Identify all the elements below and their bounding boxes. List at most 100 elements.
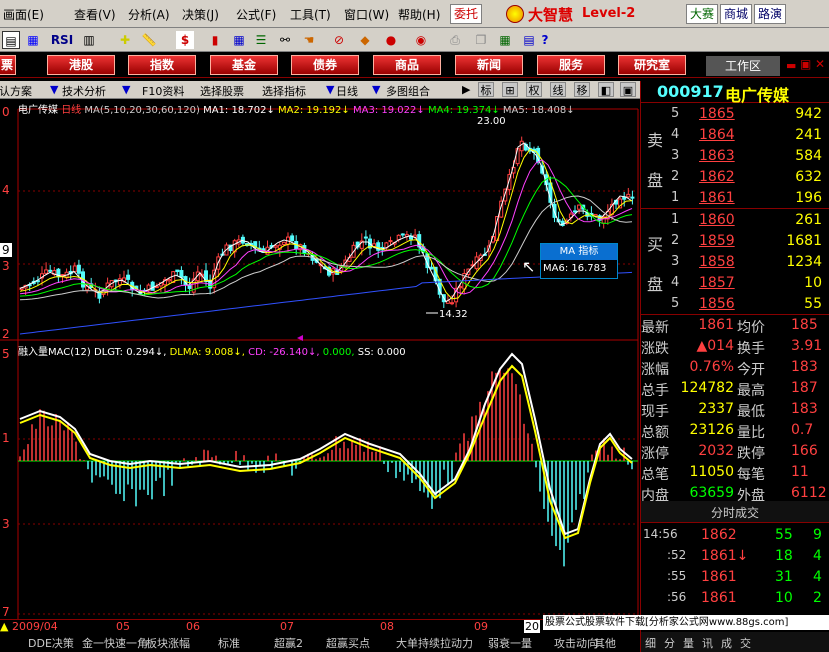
dropdown-icon[interactable]: ▼: [50, 83, 58, 96]
y-tick: 5: [2, 347, 10, 361]
dasai-button[interactable]: 大赛: [686, 4, 719, 24]
tab-research[interactable]: 研究室: [618, 55, 686, 75]
indicator-tab[interactable]: 弱衰一量: [488, 635, 532, 651]
move-button[interactable]: 移: [574, 82, 590, 97]
indicator-tab[interactable]: 超赢2: [274, 635, 303, 651]
maximize-icon[interactable]: ▣: [800, 57, 811, 71]
binoculars-icon[interactable]: ⚯: [276, 31, 294, 49]
dlma-value: DLMA: 9.008: [169, 347, 234, 358]
copy-icon[interactable]: ❐: [472, 31, 490, 49]
list-icon[interactable]: ☰: [252, 31, 270, 49]
tab-service[interactable]: 服务: [537, 55, 605, 75]
close-icon[interactable]: ✕: [815, 57, 825, 71]
sell-row[interactable]: 1 1861 196: [671, 190, 826, 210]
weituo-button[interactable]: 委托: [450, 4, 483, 24]
buy-row[interactable]: 1 1860 261: [671, 212, 826, 232]
shangcheng-button[interactable]: 商城: [720, 4, 753, 24]
menu-window[interactable]: 窗口(W): [344, 6, 389, 23]
sell-row[interactable]: 4 1864 241: [671, 127, 826, 147]
expand-icon[interactable]: ◧: [598, 82, 614, 97]
help-icon[interactable]: ?: [536, 31, 554, 49]
indicator-tab[interactable]: 标准: [218, 635, 240, 651]
buy-price: 1858: [699, 254, 735, 270]
indicator-tab[interactable]: 其他: [594, 635, 616, 651]
quote-value: 11: [791, 464, 809, 480]
y-tick-current: 9: [0, 243, 12, 257]
mark-button[interactable]: 标: [478, 82, 494, 97]
period-select[interactable]: 日线: [336, 83, 358, 99]
tab-news[interactable]: 新闻: [455, 55, 523, 75]
buy-label: 盘: [647, 275, 664, 294]
multi-chart-select[interactable]: 多图组合: [386, 83, 430, 99]
signal-icon[interactable]: ◉: [412, 31, 430, 49]
scheme-select[interactable]: 默认方案: [0, 83, 32, 99]
ruler-icon[interactable]: 📏: [140, 31, 158, 49]
buy-row[interactable]: 4 1857 10: [671, 275, 826, 295]
dropdown-icon[interactable]: ▼: [122, 83, 130, 96]
buy-price: 1860: [699, 212, 735, 228]
restore-icon[interactable]: ▬: [786, 59, 796, 72]
workspace-tab[interactable]: 工作区: [706, 56, 780, 76]
sell-row[interactable]: 2 1862 632: [671, 169, 826, 189]
print-icon[interactable]: ⎙: [446, 31, 464, 49]
menu-decision[interactable]: 决策(J): [182, 6, 219, 23]
diamond-icon[interactable]: ◆: [356, 31, 374, 49]
pick-stock-button[interactable]: 选择股票: [200, 83, 244, 99]
indicator-tab[interactable]: 大单持续拉动力: [396, 635, 473, 651]
indicator-tab[interactable]: 金一快速一角: [82, 635, 148, 651]
buy-row[interactable]: 5 1856 55: [671, 296, 826, 316]
kline-icon[interactable]: ▮: [206, 31, 224, 49]
crosshair-toggle-icon[interactable]: ⊞: [502, 82, 518, 97]
indicator-tab[interactable]: 攻击动向: [554, 635, 598, 651]
menu-display[interactable]: 画面(E): [3, 6, 44, 23]
dropdown-icon[interactable]: ▼: [326, 83, 334, 96]
tab-commodity[interactable]: 商品: [373, 55, 441, 75]
calc-icon[interactable]: ▦: [496, 31, 514, 49]
dropdown-icon[interactable]: ▼: [372, 83, 380, 96]
window-icon[interactable]: ▤: [2, 31, 20, 49]
tab-bond[interactable]: 债券: [291, 55, 359, 75]
line-button[interactable]: 线: [550, 82, 566, 97]
quote-label: 换手: [737, 341, 765, 357]
tab-hk[interactable]: 港股: [47, 55, 115, 75]
layout-icon[interactable]: ▣: [620, 82, 636, 97]
table-icon[interactable]: ▦: [230, 31, 248, 49]
sell-row[interactable]: 3 1863 584: [671, 148, 826, 168]
sell-row[interactable]: 5 1865 942: [671, 106, 826, 126]
panel-tab-row[interactable]: 细分量讯成交: [645, 635, 759, 651]
crosshair-icon[interactable]: ✚: [116, 31, 134, 49]
hand-icon[interactable]: ☚: [300, 31, 318, 49]
f10-button[interactable]: F10资料: [142, 83, 184, 99]
pick-indicator-button[interactable]: 选择指标: [262, 83, 306, 99]
circle-icon[interactable]: ●: [382, 31, 400, 49]
dollar-icon[interactable]: $: [176, 31, 194, 49]
buy-row[interactable]: 2 1859 1681: [671, 233, 826, 253]
rsi-icon[interactable]: RSI: [50, 31, 74, 49]
indicator-tab[interactable]: 板块涨幅: [146, 635, 190, 651]
play-icon[interactable]: ▶: [462, 83, 470, 96]
tech-analysis-select[interactable]: 技术分析: [62, 83, 106, 99]
sell-volume: 942: [795, 106, 822, 122]
chart-icon[interactable]: ▥: [80, 31, 98, 49]
menu-analysis[interactable]: 分析(A): [128, 6, 170, 23]
buy-volume: 55: [804, 296, 822, 312]
menu-help[interactable]: 帮助(H): [398, 6, 440, 23]
rights-button[interactable]: 权: [526, 82, 542, 97]
grid-icon[interactable]: ▦: [24, 31, 42, 49]
menu-formula[interactable]: 公式(F): [236, 6, 276, 23]
stop-icon[interactable]: ⊘: [330, 31, 348, 49]
ticks-header[interactable]: 分时成交: [641, 501, 829, 523]
menu-view[interactable]: 查看(V): [74, 6, 116, 23]
tab-fund[interactable]: 基金: [210, 55, 278, 75]
scroll-left-icon[interactable]: ▲: [0, 620, 8, 633]
luyan-button[interactable]: 路演: [754, 4, 787, 24]
buy-row[interactable]: 3 1858 1234: [671, 254, 826, 274]
quote-value: 2032: [698, 443, 734, 459]
tab-index[interactable]: 指数: [128, 55, 196, 75]
indicator-tab[interactable]: 超赢买点: [326, 635, 370, 651]
menu-tools[interactable]: 工具(T): [290, 6, 331, 23]
indicator-tab[interactable]: DDE决策: [28, 635, 74, 651]
chart-canvas[interactable]: 23.00 14.32: [0, 99, 640, 619]
kline-chart-area[interactable]: 23.00 14.32 电广传媒 日线 MA(5,10,20,30,60,120…: [0, 99, 640, 619]
tab-stock[interactable]: 票: [0, 55, 16, 75]
